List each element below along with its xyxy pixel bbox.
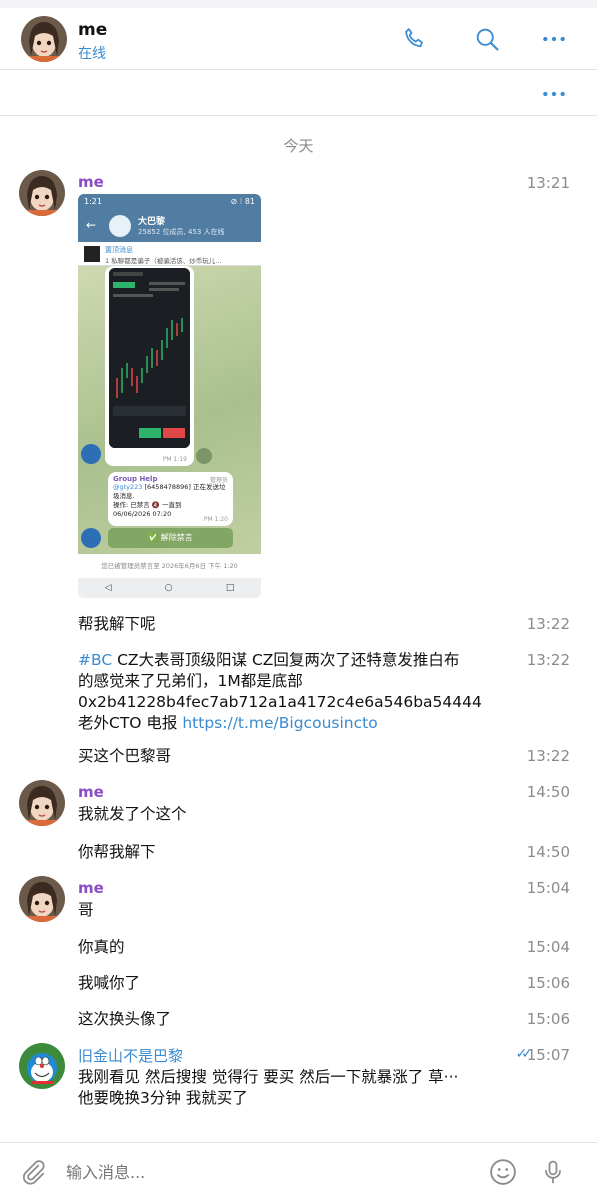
sender-avatar[interactable] — [19, 876, 65, 922]
sender-avatar[interactable] — [19, 170, 65, 216]
image-group-name: 大巴黎 — [138, 217, 166, 227]
paperclip-icon[interactable] — [18, 1157, 48, 1187]
bot-admin-tag: 管理员 — [209, 477, 228, 484]
message-composer — [0, 1142, 597, 1199]
sub-toolbar — [0, 71, 597, 116]
image-status-bar: 1:21 ⊘ ⁝ 81 — [78, 194, 261, 210]
image-unban-button: ✅ 解除禁言 — [108, 528, 233, 548]
message-text: 我喊你了 — [78, 974, 141, 992]
message-time: 13:21 — [526, 174, 570, 192]
message-line-1: CZ大表哥顶级阳谋 CZ回复两次了还特意发推白布 — [112, 651, 460, 669]
message-line-4: 老外CTO 电报 — [78, 714, 183, 732]
pinned-title: 置顶消息 — [105, 246, 133, 254]
online-status: 在线 — [78, 46, 106, 62]
image-group-header: ← 大巴黎 25852 位成员, 453 人在线 — [78, 210, 261, 242]
message-text: 你真的 — [78, 938, 125, 956]
message-line-2: 他要晚换3分钟 我就买了 — [78, 1089, 248, 1107]
image-nav-bar: ◁ ○ □ — [78, 578, 261, 598]
message-line-1: 我刚看见 然后搜搜 觉得行 要买 然后一下就暴涨了 草··· — [78, 1068, 459, 1086]
chat-title: me — [78, 20, 108, 40]
nav-recent-icon: □ — [225, 583, 235, 593]
sender-avatar[interactable] — [19, 1043, 65, 1089]
message-time: 15:04 — [526, 938, 570, 956]
image-footer: 您已被管理员禁言至 2026年6月6日 下午 1:20 — [78, 554, 261, 578]
search-icon[interactable] — [472, 24, 502, 54]
image-msg-time: PM 1:19 — [162, 456, 187, 463]
sender-avatar[interactable] — [19, 780, 65, 826]
message-text: 这次换头像了 — [78, 1010, 172, 1028]
message-text: 你帮我解下 — [78, 843, 156, 861]
message-text: #BC CZ大表哥顶级阳谋 CZ回复两次了还特意发推白布 的感觉来了兄弟们，1M… — [78, 650, 518, 734]
trading-chart-thumbnail — [109, 268, 190, 448]
message-text: 我就发了个这个 — [78, 805, 187, 823]
image-user-avatar — [81, 444, 101, 464]
image-group-sub: 25852 位成员, 453 人在线 — [138, 228, 225, 236]
image-chat-body: PM 1:19 Group Help 管理员 @gty223 [64584788… — [78, 266, 261, 554]
sender-name[interactable]: me — [78, 783, 104, 801]
bot-text-1: @gty223 [6458478896] 正在发送垃圾消息. — [113, 483, 228, 501]
more-icon[interactable] — [539, 79, 569, 109]
message-time: 13:22 — [526, 747, 570, 765]
message-text: 我刚看见 然后搜搜 觉得行 要买 然后一下就暴涨了 草··· 他要晚换3分钟 我… — [78, 1067, 518, 1109]
more-icon[interactable] — [539, 24, 569, 54]
image-status-time: 1:21 — [84, 197, 102, 206]
read-checkmarks-icon: ✓✓ — [515, 1046, 534, 1062]
message-time: 15:06 — [526, 974, 570, 992]
image-bot-bubble: Group Help 管理员 @gty223 [6458478896] 正在发送… — [108, 472, 233, 526]
message-line-3: 0x2b41228b4fec7ab712a1a4172c4e6a546ba544… — [78, 693, 482, 711]
message-time: 15:06 — [526, 1010, 570, 1028]
emoji-icon[interactable] — [488, 1157, 518, 1187]
image-status-right: ⊘ ⁝ 81 — [230, 197, 255, 206]
pinned-text: 1 私聊都是骗子（被骗活该、炒币玩儿... — [105, 257, 222, 265]
sender-name[interactable]: me — [78, 173, 104, 191]
message-line-2: 的感觉来了兄弟们，1M都是底部 — [78, 672, 303, 690]
image-pinned-message: 置顶消息 1 私聊都是骗子（被骗活该、炒币玩儿... — [78, 242, 261, 266]
status-strip — [0, 0, 597, 8]
phone-icon[interactable] — [400, 24, 430, 54]
microphone-icon[interactable] — [538, 1157, 568, 1187]
sender-name[interactable]: 旧金山不是巴黎 — [78, 1045, 183, 1066]
message-text: 帮我解下呢 — [78, 615, 156, 633]
back-arrow-icon: ← — [86, 218, 97, 232]
image-bot-avatar — [81, 528, 101, 548]
chat-header: me 在线 — [0, 8, 597, 70]
message-text: 买这个巴黎哥 — [78, 747, 172, 765]
forward-icon — [196, 448, 212, 464]
message-text: 哥 — [78, 901, 94, 919]
message-input[interactable] — [66, 1160, 446, 1184]
bot-msg-time: PM 1:20 — [203, 516, 228, 523]
message-time: 14:50 — [526, 843, 570, 861]
image-chart-bubble: PM 1:19 — [105, 266, 194, 466]
nav-back-icon: ◁ — [104, 583, 112, 593]
pinned-thumbnail — [84, 246, 100, 262]
group-avatar — [109, 215, 131, 237]
nav-home-icon: ○ — [164, 583, 173, 593]
telegram-link[interactable]: https://t.me/Bigcousincto — [182, 714, 377, 732]
message-time: 15:04 — [526, 879, 570, 897]
message-image[interactable]: 1:21 ⊘ ⁝ 81 ← 大巴黎 25852 位成员, 453 人在线 置顶消… — [78, 194, 261, 598]
message-list[interactable]: 今天 me 13:21 1:21 ⊘ ⁝ 81 ← 大巴黎 25852 位成员,… — [0, 117, 597, 1142]
bot-user: @gty223 — [113, 483, 143, 491]
message-time: 13:22 — [526, 615, 570, 633]
sender-name[interactable]: me — [78, 879, 104, 897]
message-time: 14:50 — [526, 783, 570, 801]
bot-text-2: 操作: 已禁言 🔇 一直到 — [113, 501, 182, 509]
date-separator: 今天 — [283, 137, 314, 155]
hashtag-link[interactable]: #BC — [78, 651, 112, 669]
message-time: 13:22 — [526, 651, 570, 669]
message-time: 15:07 — [526, 1046, 570, 1064]
contact-avatar[interactable] — [21, 16, 67, 62]
